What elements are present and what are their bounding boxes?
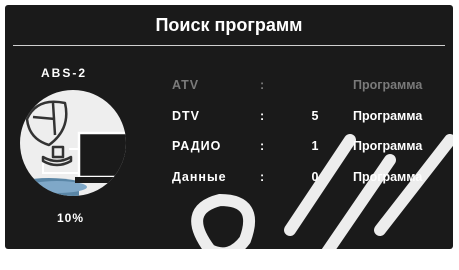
row-label: DTV [172, 109, 200, 123]
list-item-data: Данные : 0 Программа [5, 170, 453, 186]
row-label: Данные [172, 170, 227, 184]
row-unit: Программа [353, 78, 423, 92]
row-unit: Программа [353, 170, 423, 184]
row-count: 0 [311, 170, 319, 184]
row-colon: : [260, 78, 265, 92]
list-item-dtv: DTV : 5 Программа [5, 109, 453, 125]
list-item-radio: РАДИО : 1 Программа [5, 139, 453, 155]
row-label: РАДИО [172, 139, 222, 153]
row-count: 5 [311, 109, 319, 123]
title-divider [13, 45, 445, 46]
list-item-atv: ATV : Программа [5, 78, 453, 94]
row-unit: Программа [353, 139, 423, 153]
progress-percent: 10% [57, 211, 85, 225]
row-colon: : [260, 139, 265, 153]
page-title: Поиск программ [155, 15, 303, 35]
row-count: 1 [311, 139, 319, 153]
row-colon: : [260, 170, 265, 184]
row-colon: : [260, 109, 265, 123]
row-label: ATV [172, 78, 200, 92]
row-unit: Программа [353, 109, 423, 123]
channel-search-panel: Поиск программ ABS-2 10% ATV: Программа… [5, 5, 453, 249]
